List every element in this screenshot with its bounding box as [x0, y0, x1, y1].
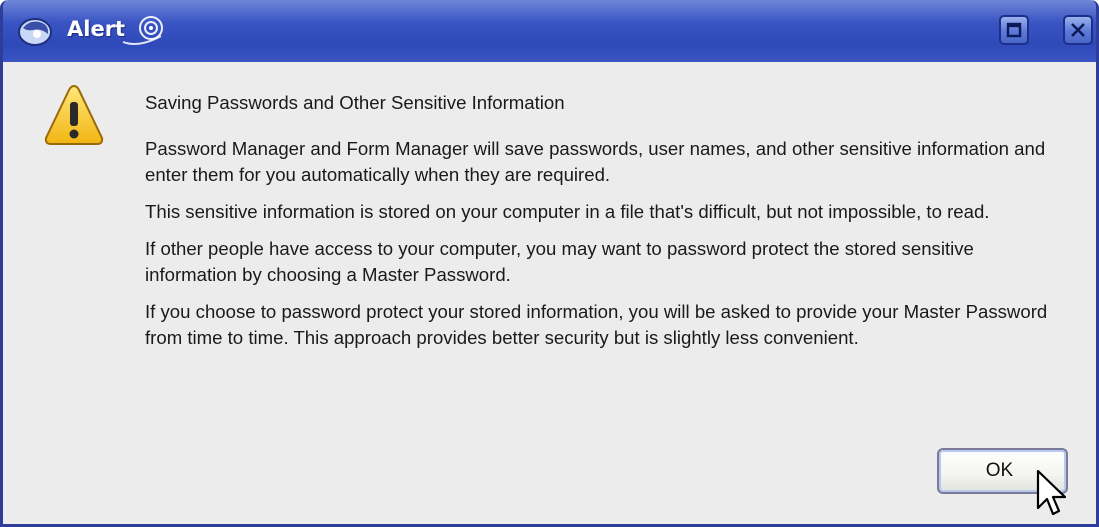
- dialog-paragraph: Password Manager and Form Manager will s…: [145, 138, 1046, 185]
- dialog-paragraph: If other people have access to your comp…: [145, 238, 974, 285]
- title-logo-icon: [121, 12, 173, 48]
- dialog-heading: Saving Passwords and Other Sensitive Inf…: [145, 92, 565, 113]
- close-button[interactable]: [1063, 15, 1093, 45]
- dialog-paragraph: If you choose to password protect your s…: [145, 301, 1048, 348]
- dialog-message: Saving Passwords and Other Sensitive Inf…: [145, 90, 1065, 362]
- dialog-paragraph: This sensitive information is stored on …: [145, 201, 990, 222]
- title-bar[interactable]: Alert: [3, 0, 1096, 62]
- maximize-button[interactable]: [999, 15, 1029, 45]
- window-title: Alert: [67, 17, 126, 41]
- mouse-cursor-icon: [1035, 468, 1069, 520]
- warning-icon: [43, 82, 105, 148]
- app-icon: [15, 14, 55, 50]
- alert-window: Alert Saving Passwords and Other Sensiti…: [0, 0, 1099, 527]
